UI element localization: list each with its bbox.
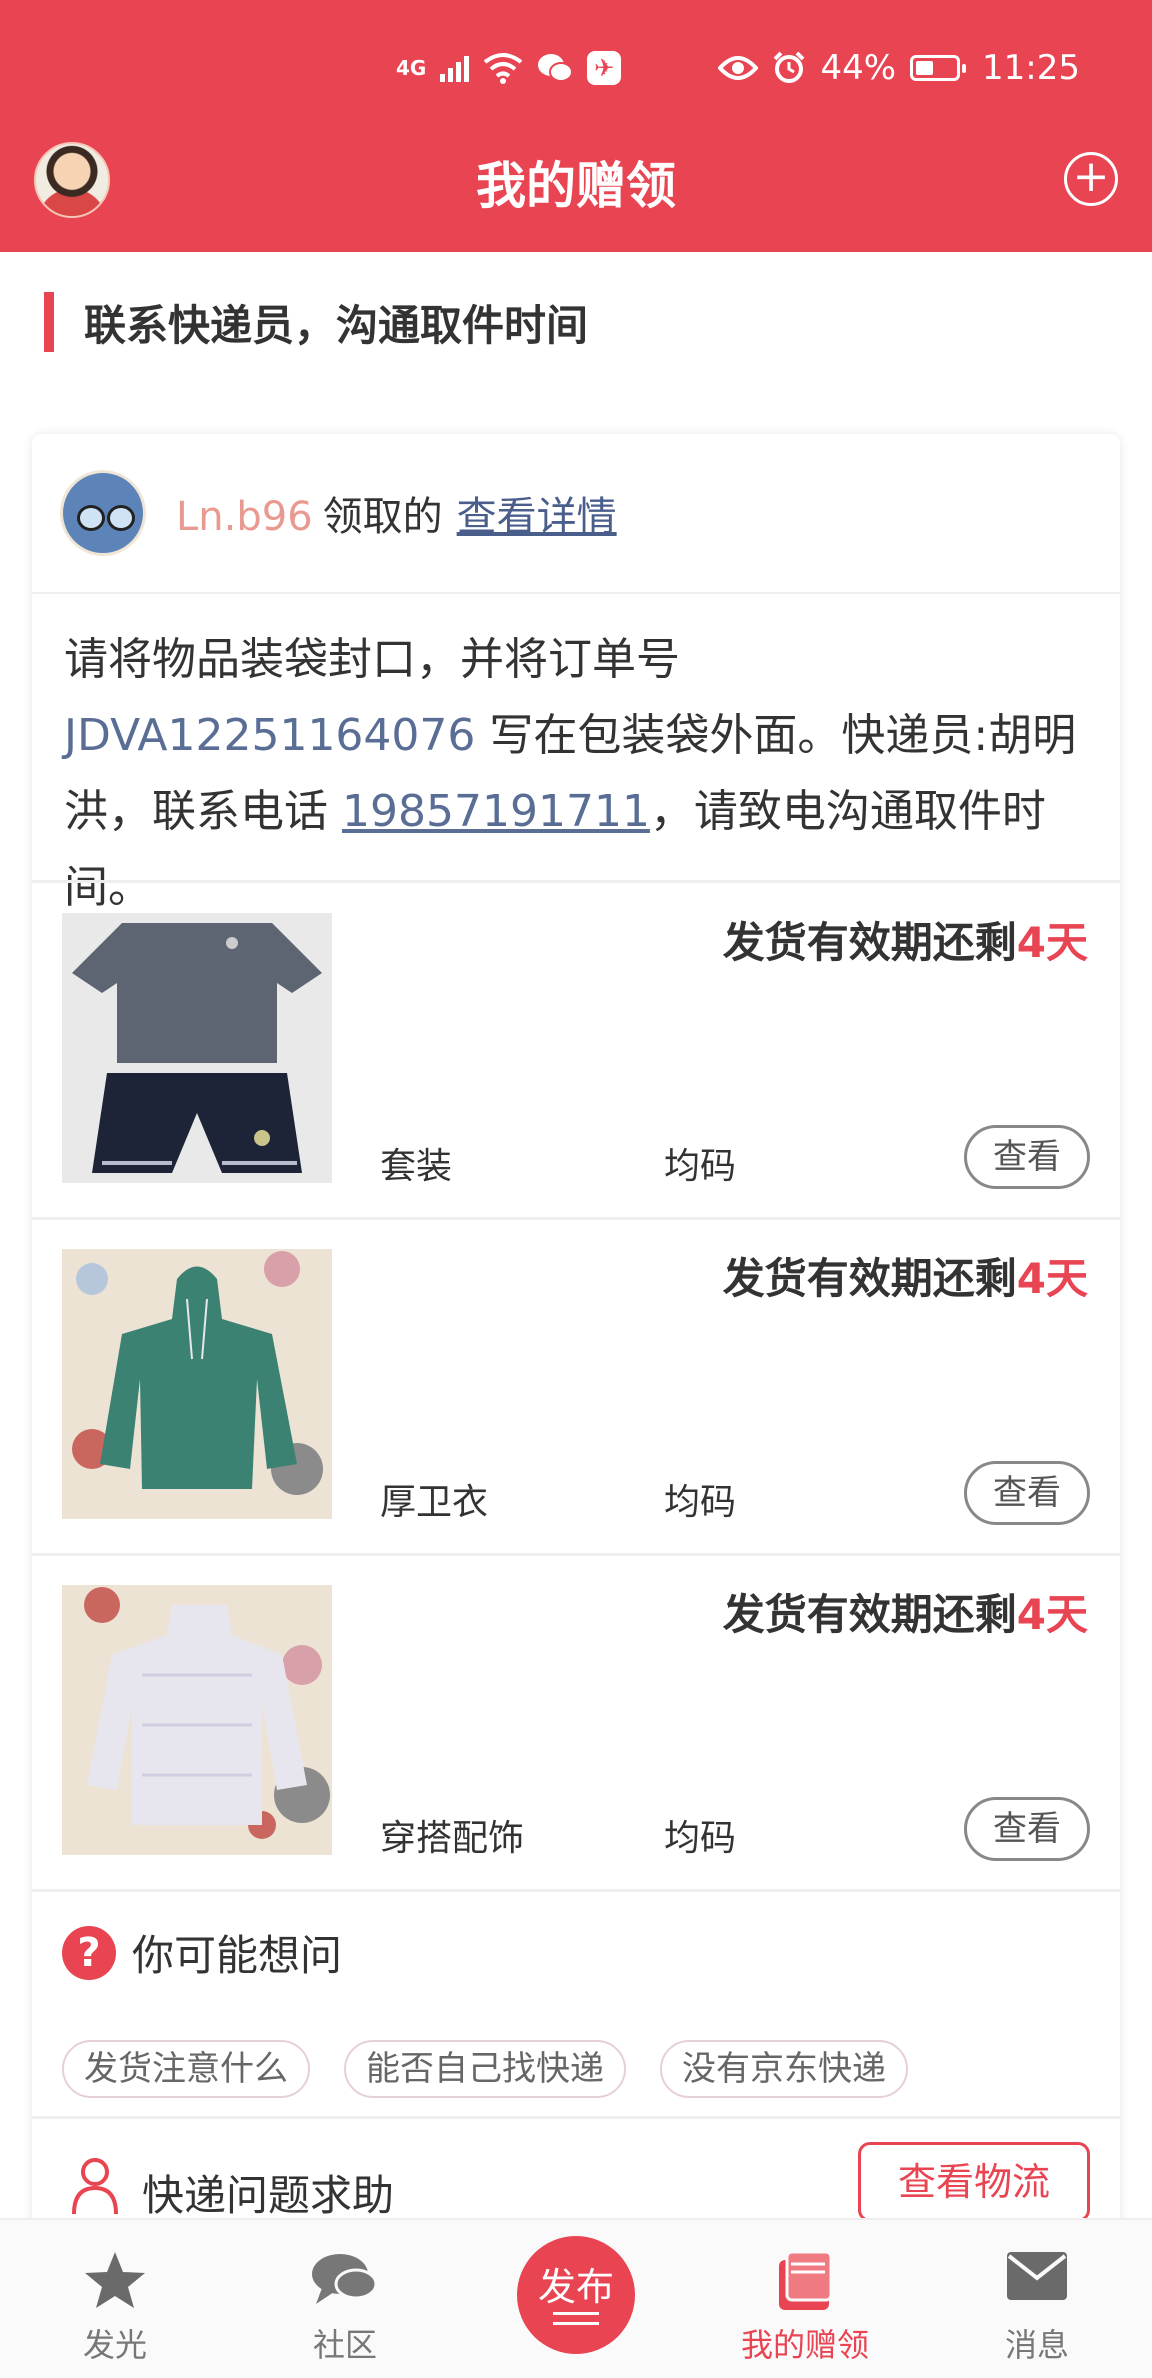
- chat-icon: [312, 2254, 378, 2304]
- tab-label: 发光: [82, 2326, 147, 2364]
- network-type: 4G: [396, 56, 427, 80]
- tab-label: 消息: [1004, 2326, 1069, 2364]
- battery-percent: 44%: [820, 48, 897, 88]
- publish-line: [553, 2312, 599, 2315]
- deadline-label: 发货有效期还剩: [722, 918, 1017, 967]
- days-remaining: 4天: [1016, 1590, 1088, 1639]
- claimer-avatar[interactable]: [60, 470, 146, 556]
- claim-card: Ln.b96 领取的 查看详情 请将物品装袋封口，并将订单号 JDVA1225116…: [32, 434, 1120, 2218]
- courier-help-title: 快递问题求助: [142, 2171, 395, 2218]
- view-button[interactable]: 查看: [964, 1461, 1090, 1525]
- section-accent-bar: [44, 292, 54, 352]
- shipping-deadline: 发货有效期还剩4天: [723, 1581, 1088, 1642]
- item-size: 均码: [664, 1818, 737, 1859]
- add-button[interactable]: +: [1064, 152, 1118, 206]
- view-details-link[interactable]: 查看详情: [457, 494, 617, 540]
- item-photo: [62, 913, 332, 1183]
- item-photo: [62, 1585, 332, 1855]
- deadline-label: 发货有效期还剩: [722, 1254, 1017, 1303]
- faq-chips: 发货注意什么 能否自己找快递 没有京东快递: [62, 2040, 908, 2098]
- tab-messages[interactable]: 消息: [922, 2220, 1152, 2378]
- section-heading: 联系快递员，沟通取件时间: [44, 292, 588, 352]
- publish-line: [553, 2322, 599, 2325]
- instructions-text-1: 请将物品装袋封口，并将订单号: [64, 634, 680, 685]
- clock-time: 11:25: [982, 48, 1080, 88]
- faq-section: ? 你可能想问 发货注意什么 能否自己找快递 没有京东快递: [32, 1880, 1120, 2119]
- view-logistics-button[interactable]: 查看物流: [858, 2142, 1090, 2218]
- tab-my-gifts[interactable]: 我的赠领: [690, 2220, 920, 2378]
- eye-icon: [718, 56, 759, 80]
- deadline-label: 发货有效期还剩: [722, 1590, 1017, 1639]
- courier-phone-link[interactable]: 19857191711: [342, 786, 650, 837]
- section-title: 联系快递员，沟通取件时间: [84, 300, 589, 350]
- item-name: 套装: [380, 1146, 453, 1187]
- battery-icon: [910, 55, 967, 81]
- app-header-bar: 4G ✈ 44% 11:25 我的赠领 +: [0, 0, 1152, 252]
- claimer-verb: 领取的: [322, 494, 443, 540]
- signal-icon: [440, 54, 470, 82]
- order-number: JDVA12251164076: [64, 710, 476, 761]
- publish-button[interactable]: 发布: [517, 2236, 635, 2354]
- days-remaining: 4天: [1016, 1254, 1088, 1303]
- list-item[interactable]: 发货有效期还剩4天 厚卫衣 均码 查看: [32, 1219, 1120, 1556]
- gift-book-icon: [779, 2250, 833, 2310]
- tab-label: 社区: [312, 2326, 377, 2364]
- faq-title: 你可能想问: [132, 1931, 343, 1980]
- plus-icon: +: [1072, 151, 1110, 202]
- question-icon: ?: [62, 1925, 116, 1980]
- view-button[interactable]: 查看: [964, 1125, 1090, 1189]
- publish-label: 发布: [537, 2265, 614, 2309]
- list-item[interactable]: 发货有效期还剩4天 穿搭配饰 均码 查看: [32, 1555, 1120, 1892]
- item-name: 厚卫衣: [380, 1482, 489, 1523]
- tab-label: 我的赠领: [740, 2326, 869, 2364]
- days-remaining: 4天: [1016, 918, 1088, 967]
- claimer-name[interactable]: Ln.b96: [176, 494, 313, 540]
- wechat-icon: [538, 54, 574, 82]
- faq-chip[interactable]: 发货注意什么: [62, 2040, 310, 2098]
- page-title: 我的赠领: [476, 157, 676, 215]
- app-notification-icon: ✈: [587, 51, 622, 85]
- alarm-icon: [774, 51, 805, 83]
- shipping-deadline: 发货有效期还剩4天: [723, 1245, 1088, 1306]
- claimer-row: Ln.b96 领取的 查看详情: [32, 434, 1120, 594]
- faq-chip[interactable]: 能否自己找快递: [344, 2040, 626, 2098]
- courier-help-row: 快递问题求助 查看物流: [32, 2120, 1120, 2218]
- faq-chip[interactable]: 没有京东快递: [660, 2040, 908, 2098]
- star-icon: [85, 2252, 145, 2308]
- item-name: 穿搭配饰: [380, 1818, 525, 1859]
- mail-icon: [1007, 2252, 1067, 2300]
- shipping-deadline: 发货有效期还剩4天: [723, 909, 1088, 970]
- tab-glow[interactable]: 发光: [0, 2220, 230, 2378]
- person-icon: [72, 2158, 118, 2215]
- item-size: 均码: [664, 1482, 737, 1523]
- battery-level: [916, 61, 933, 75]
- list-item[interactable]: 发货有效期还剩4天 套装 均码 查看: [32, 883, 1120, 1220]
- item-photo: [62, 1249, 332, 1519]
- item-size: 均码: [664, 1146, 737, 1187]
- status-bar: 4G ✈ 44% 11:25: [0, 40, 1152, 96]
- wifi-icon: [484, 53, 523, 84]
- view-button[interactable]: 查看: [964, 1797, 1090, 1861]
- main-content[interactable]: 联系快递员，沟通取件时间 Ln.b96 领取的 查看详情 请将物品装袋封口，并将订单…: [0, 252, 1152, 2218]
- tab-community[interactable]: 社区: [230, 2220, 460, 2378]
